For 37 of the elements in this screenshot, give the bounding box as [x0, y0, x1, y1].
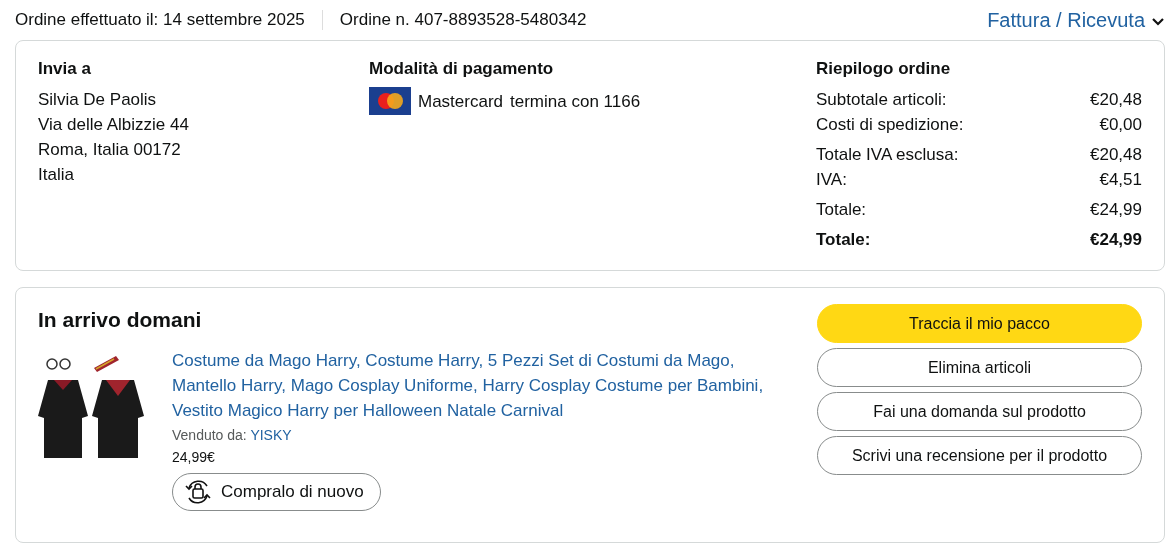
- card-logo-icon: [369, 87, 411, 115]
- summary-label: Totale:: [816, 229, 871, 251]
- section-title: Invia a: [38, 59, 92, 79]
- address-line: Silvia De Paolis: [38, 89, 158, 111]
- delivery-status: In arrivo domani: [38, 308, 203, 332]
- summary-value: €4,51: [1099, 169, 1142, 191]
- summary-label: IVA:: [816, 169, 847, 191]
- order-number: Ordine n. 407-8893528-5480342: [339, 10, 587, 30]
- card-name: Mastercard: [418, 90, 504, 113]
- section-title: Riepilogo ordine: [816, 59, 952, 79]
- product-price: 24,99€: [172, 449, 216, 465]
- chevron-down-icon[interactable]: [1151, 17, 1165, 26]
- buy-again-button[interactable]: Compralo di nuovo: [172, 473, 381, 511]
- action-button[interactable]: Traccia il mio pacco: [817, 304, 1142, 343]
- summary-value: €0,00: [1099, 114, 1142, 136]
- sold-by-label: Venduto da:: [172, 427, 247, 443]
- address-line: Roma, Italia 00172: [38, 139, 182, 161]
- summary-label: Subtotale articoli:: [816, 89, 947, 111]
- summary-value: €24,99: [1090, 199, 1142, 221]
- summary-label: Totale IVA esclusa:: [816, 144, 959, 166]
- order-date: Ordine effettuato il: 14 settembre 2025: [15, 10, 305, 30]
- section-title: Modalità di pagamento: [369, 59, 555, 79]
- invoice-link[interactable]: Fattura / Ricevuta: [987, 8, 1145, 32]
- address-line: Via delle Albizzie 44: [38, 114, 190, 136]
- seller-link[interactable]: YISKY: [250, 427, 292, 443]
- summary-value: €24,99: [1090, 229, 1142, 251]
- action-button[interactable]: Scrivi una recensione per il prodotto: [817, 436, 1142, 475]
- product-title-link[interactable]: Costume da Mago Harry, Costume Harry, 5 Pezzi Set di Costumi da Mago, Mantello Harry, Mago Cosplay Uniforme, Harry Cosplay Costume per Bambini, Vestito Magico Harry per Halloween Natale Carnival: [172, 348, 787, 423]
- summary-value: €20,48: [1090, 89, 1142, 111]
- reorder-icon: [183, 478, 213, 506]
- summary-label: Costi di spedizione:: [816, 114, 964, 136]
- address-line: Italia: [38, 164, 75, 186]
- summary-label: Totale:: [816, 199, 867, 221]
- summary-value: €20,48: [1090, 144, 1142, 166]
- action-button[interactable]: Fai una domanda sul prodotto: [817, 392, 1142, 431]
- action-button[interactable]: Elimina articoli: [817, 348, 1142, 387]
- card-ending: termina con 1166: [510, 90, 641, 113]
